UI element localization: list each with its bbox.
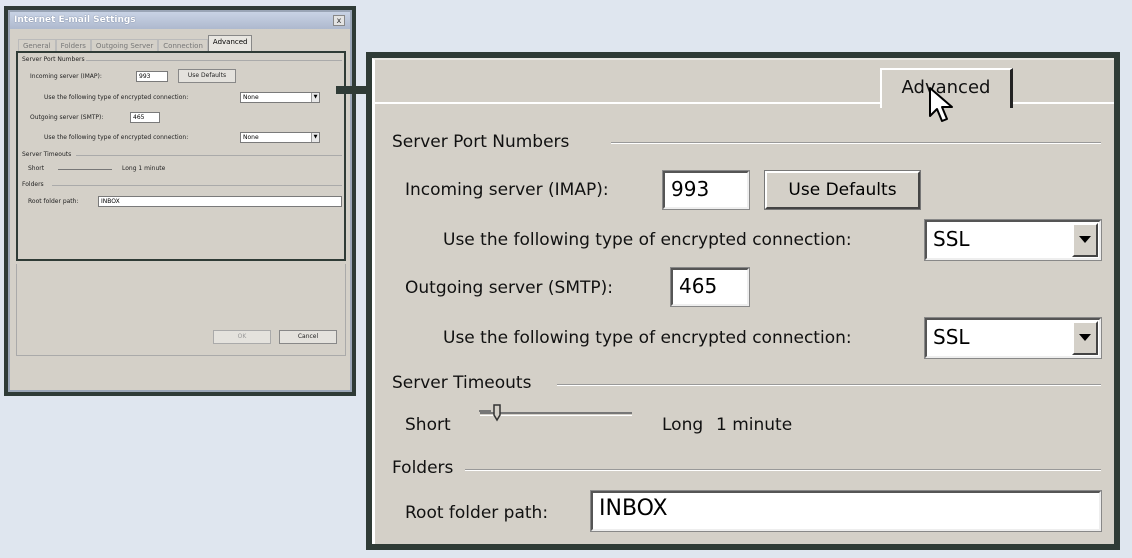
server-port-numbers-heading: Server Port Numbers — [392, 132, 570, 152]
thumbnail-encryption-value-2: None — [243, 134, 259, 141]
thumbnail-outgoing-port-field[interactable]: 465 — [130, 112, 160, 123]
thumbnail-ok-button[interactable]: OK — [213, 330, 271, 344]
chevron-down-icon — [1079, 334, 1091, 341]
incoming-port-field[interactable]: 993 — [662, 170, 750, 210]
thumbnail-server-timeouts-label: Server Timeouts — [22, 151, 72, 158]
short-label: Short — [405, 415, 451, 435]
thumbnail-dialog-frame: Internet E-mail Settings x General Folde… — [4, 6, 356, 396]
timeout-value: 1 minute — [716, 415, 793, 435]
thumbnail-divider — [52, 185, 342, 186]
server-timeouts-heading: Server Timeouts — [392, 373, 532, 393]
section-divider — [465, 469, 1101, 471]
thumbnail-server-port-numbers-label: Server Port Numbers — [22, 56, 85, 63]
thumbnail-use-defaults-button[interactable]: Use Defaults — [178, 69, 236, 83]
thumbnail-incoming-port-field[interactable]: 993 — [136, 71, 168, 82]
thumbnail-root-folder-label: Root folder path: — [28, 198, 79, 205]
encryption-value-outgoing: SSL — [933, 325, 970, 349]
chevron-down-icon — [1079, 236, 1091, 243]
thumbnail-dropdown-arrow-icon[interactable]: ▼ — [311, 93, 319, 102]
encryption-select-outgoing[interactable]: SSL — [924, 317, 1102, 359]
thumbnail-timeout-slider[interactable] — [58, 169, 112, 170]
encryption-select-incoming[interactable]: SSL — [924, 219, 1102, 261]
thumbnail-folders-label: Folders — [22, 181, 44, 188]
thumbnail-divider — [76, 155, 342, 156]
root-folder-path-label: Root folder path: — [405, 503, 549, 523]
incoming-server-label: Incoming server (IMAP): — [405, 180, 609, 200]
thumbnail-close-icon[interactable]: x — [333, 15, 345, 26]
thumbnail-long-label: Long 1 minute — [122, 165, 166, 172]
root-folder-path-field[interactable]: INBOX — [590, 490, 1102, 532]
thumbnail-tab-advanced[interactable]: Advanced — [207, 35, 253, 52]
thumbnail-outgoing-label: Outgoing server (SMTP): — [30, 114, 104, 121]
thumbnail-encryption-label-1: Use the following type of encrypted conn… — [44, 94, 189, 101]
thumbnail-incoming-label: Incoming server (IMAP): — [30, 73, 102, 80]
thumbnail-cancel-button[interactable]: Cancel — [279, 330, 337, 344]
thumbnail-encryption-label-2: Use the following type of encrypted conn… — [44, 134, 189, 141]
outgoing-port-field[interactable]: 465 — [670, 267, 750, 307]
thumbnail-lower-panel: OK Cancel — [16, 264, 346, 356]
outgoing-server-label: Outgoing server (SMTP): — [405, 278, 614, 298]
thumbnail-encryption-value-1: None — [243, 94, 259, 101]
dropdown-arrow-icon[interactable] — [1072, 321, 1098, 355]
thumbnail-root-folder-field[interactable]: INBOX — [98, 196, 342, 207]
section-divider — [557, 384, 1101, 386]
thumbnail-encryption-select-2[interactable]: None ▼ — [240, 132, 320, 143]
long-label: Long — [662, 415, 704, 435]
mouse-cursor-icon — [929, 87, 953, 122]
encryption-value-incoming: SSL — [933, 227, 970, 251]
thumbnail-dialog: Internet E-mail Settings x General Folde… — [8, 10, 352, 392]
thumbnail-advanced-panel: Server Port Numbers Incoming server (IMA… — [16, 51, 346, 261]
dropdown-arrow-icon[interactable] — [1072, 223, 1098, 257]
thumbnail-encryption-select-1[interactable]: None ▼ — [240, 92, 320, 103]
encryption-label-outgoing: Use the following type of encrypted conn… — [443, 328, 852, 348]
zoom-dialog: Advanced Server Port Numbers Incoming se… — [372, 58, 1114, 544]
thumbnail-divider — [86, 60, 342, 61]
timeout-slider-thumb[interactable] — [491, 404, 503, 422]
encryption-label-incoming: Use the following type of encrypted conn… — [443, 230, 852, 250]
use-defaults-button[interactable]: Use Defaults — [764, 170, 921, 210]
thumbnail-dropdown-arrow-icon[interactable]: ▼ — [311, 133, 319, 142]
thumbnail-tab-bar: General Folders Outgoing Server Connecti… — [18, 34, 253, 52]
thumbnail-short-label: Short — [28, 165, 45, 172]
zoom-dialog-frame: Advanced Server Port Numbers Incoming se… — [366, 52, 1120, 550]
folders-heading: Folders — [392, 458, 454, 478]
section-divider — [611, 142, 1101, 144]
thumbnail-title: Internet E-mail Settings — [10, 12, 350, 29]
